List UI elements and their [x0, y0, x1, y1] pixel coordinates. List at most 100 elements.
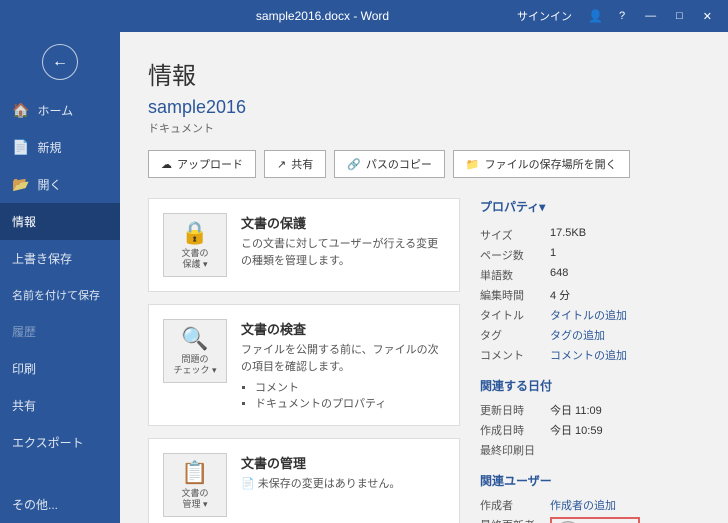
- protect-content: 文書の保護 この文書に対してユーザーが行える変更の種類を管理します。: [241, 213, 445, 269]
- users-title: 関連ユーザー: [480, 472, 700, 489]
- property-value: 4 分: [550, 287, 570, 303]
- sidebar-item-label: ホーム: [37, 102, 73, 119]
- properties-list: サイズ17.5KBページ数1単語数648編集時間4 分タイトルタイトルの追加タグ…: [480, 227, 700, 363]
- manage-content: 文書の管理 📄 未保存の変更はありません。: [241, 453, 445, 493]
- content-area: 情報 sample2016 ドキュメント ☁ アップロード ↗ 共有 🔗 パスの…: [120, 32, 728, 523]
- sidebar-item-more[interactable]: その他...: [0, 486, 120, 523]
- date-value: 今日 11:09: [550, 402, 602, 418]
- doc-type: ドキュメント: [148, 120, 700, 136]
- back-button[interactable]: ←: [42, 44, 78, 80]
- sidebar-item-label: 情報: [12, 213, 36, 230]
- property-row: 編集時間4 分: [480, 287, 700, 303]
- property-label: 編集時間: [480, 287, 550, 303]
- sidebar-item-label: 上書き保存: [12, 250, 72, 267]
- inspect-list-item: ドキュメントのプロパティ: [255, 395, 445, 411]
- manage-desc: 📄 未保存の変更はありません。: [241, 476, 445, 493]
- sidebar-item-save[interactable]: 上書き保存: [0, 240, 120, 277]
- share-button[interactable]: ↗ 共有: [264, 150, 326, 178]
- property-value: 648: [550, 267, 568, 283]
- inspect-icon-box[interactable]: 🔍 問題のチェック ▾: [163, 319, 227, 383]
- date-label: 作成日時: [480, 422, 550, 438]
- sidebar-item-open[interactable]: 📂 開く: [0, 166, 120, 203]
- minimize-button[interactable]: —: [637, 8, 664, 24]
- property-value: 17.5KB: [550, 227, 586, 243]
- protect-title: 文書の保護: [241, 213, 445, 232]
- manage-card: 📋 文書の管理 ▾ 文書の管理 📄 未保存の変更はありません。: [148, 438, 460, 523]
- copy-path-button[interactable]: 🔗 パスのコピー: [334, 150, 445, 178]
- property-label: 単語数: [480, 267, 550, 283]
- property-row: タグタグの追加: [480, 327, 700, 343]
- date-row: 作成日時今日 10:59: [480, 422, 700, 438]
- sidebar-item-export[interactable]: エクスポート: [0, 424, 120, 461]
- sidebar-item-saveas[interactable]: 名前を付けて保存: [0, 277, 120, 313]
- close-button[interactable]: ✕: [695, 8, 720, 25]
- property-row: ページ数1: [480, 247, 700, 263]
- titlebar: sample2016.docx - Word サインイン 👤 ? — □ ✕: [0, 0, 728, 32]
- property-value[interactable]: タグの追加: [550, 327, 605, 343]
- properties-title: プロパティ▾: [480, 198, 700, 219]
- window-title: sample2016.docx - Word: [128, 9, 517, 23]
- page-title: 情報: [148, 56, 700, 91]
- properties-column: プロパティ▾ サイズ17.5KBページ数1単語数648編集時間4 分タイトルタイ…: [480, 198, 700, 523]
- sidebar-item-info[interactable]: 情報: [0, 203, 120, 240]
- property-value[interactable]: タイトルの追加: [550, 307, 627, 323]
- last-editor-highlight: 👤はまハマ: [550, 517, 640, 523]
- no-changes-icon: 📄: [241, 478, 258, 490]
- sidebar-item-label: 履歴: [12, 323, 36, 340]
- property-label: サイズ: [480, 227, 550, 243]
- upload-icon: ☁: [161, 158, 172, 171]
- open-icon: 📂: [12, 176, 29, 193]
- inspect-list: コメント ドキュメントのプロパティ: [241, 379, 445, 411]
- user-row: 作成者作成者の追加: [480, 497, 700, 513]
- sidebar-item-label: 開く: [37, 176, 61, 193]
- share-icon: ↗: [277, 158, 286, 171]
- folder-icon: 📁: [466, 158, 480, 171]
- inspect-desc: ファイルを公開する前に、ファイルの次の項目を確認します。: [241, 342, 445, 375]
- users-list: 作成者作成者の追加最終更新者👤はまハマ: [480, 497, 700, 523]
- sidebar-item-home[interactable]: 🏠 ホーム: [0, 92, 120, 129]
- sidebar-item-label: 共有: [12, 397, 36, 414]
- doc-name: sample2016: [148, 97, 700, 118]
- sidebar-item-label: エクスポート: [12, 434, 84, 451]
- inspect-content: 文書の検査 ファイルを公開する前に、ファイルの次の項目を確認します。 コメント …: [241, 319, 445, 411]
- titlebar-controls: サインイン 👤 ? — □ ✕: [517, 8, 720, 25]
- sidebar-item-history[interactable]: 履歴: [0, 313, 120, 350]
- sidebar-item-label: 名前を付けて保存: [12, 287, 100, 303]
- property-row: タイトルタイトルの追加: [480, 307, 700, 323]
- dates-title: 関連する日付: [480, 377, 700, 394]
- inspect-icon: 🔍: [181, 326, 208, 352]
- property-row: コメントコメントの追加: [480, 347, 700, 363]
- app-body: ← 🏠 ホーム 📄 新規 📂 開く 情報 上書き保存 名前を付けて保存 履歴 印…: [0, 32, 728, 523]
- help-button[interactable]: ?: [611, 8, 633, 24]
- open-location-button[interactable]: 📁 ファイルの保存場所を開く: [453, 150, 630, 178]
- property-label: コメント: [480, 347, 550, 363]
- property-value[interactable]: コメントの追加: [550, 347, 627, 363]
- maximize-button[interactable]: □: [668, 8, 691, 24]
- new-icon: 📄: [12, 139, 29, 156]
- sidebar-item-new[interactable]: 📄 新規: [0, 129, 120, 166]
- sidebar-item-print[interactable]: 印刷: [0, 350, 120, 387]
- upload-button[interactable]: ☁ アップロード: [148, 150, 256, 178]
- sidebar: ← 🏠 ホーム 📄 新規 📂 開く 情報 上書き保存 名前を付けて保存 履歴 印…: [0, 32, 120, 523]
- sidebar-item-label: 新規: [37, 139, 61, 156]
- inspect-card: 🔍 問題のチェック ▾ 文書の検査 ファイルを公開する前に、ファイルの次の項目を…: [148, 304, 460, 426]
- person-icon: 👤: [584, 9, 607, 23]
- property-label: タグ: [480, 327, 550, 343]
- sidebar-item-label: 印刷: [12, 360, 36, 377]
- manage-icon-box[interactable]: 📋 文書の管理 ▾: [163, 453, 227, 517]
- signin-link[interactable]: サインイン: [517, 8, 572, 24]
- sidebar-item-share[interactable]: 共有: [0, 387, 120, 424]
- home-icon: 🏠: [12, 102, 29, 119]
- protect-desc: この文書に対してユーザーが行える変更の種類を管理します。: [241, 236, 445, 269]
- protect-icon-box[interactable]: 🔒 文書の保護 ▾: [163, 213, 227, 277]
- date-label: 更新日時: [480, 402, 550, 418]
- user-row: 最終更新者👤はまハマ: [480, 517, 700, 523]
- property-label: タイトル: [480, 307, 550, 323]
- dates-list: 更新日時今日 11:09 作成日時今日 10:59 最終印刷日: [480, 402, 700, 458]
- date-label: 最終印刷日: [480, 442, 550, 458]
- user-value[interactable]: 作成者の追加: [550, 497, 616, 513]
- manage-title: 文書の管理: [241, 453, 445, 472]
- protect-card: 🔒 文書の保護 ▾ 文書の保護 この文書に対してユーザーが行える変更の種類を管理…: [148, 198, 460, 292]
- date-row: 更新日時今日 11:09: [480, 402, 700, 418]
- inspect-title: 文書の検査: [241, 319, 445, 338]
